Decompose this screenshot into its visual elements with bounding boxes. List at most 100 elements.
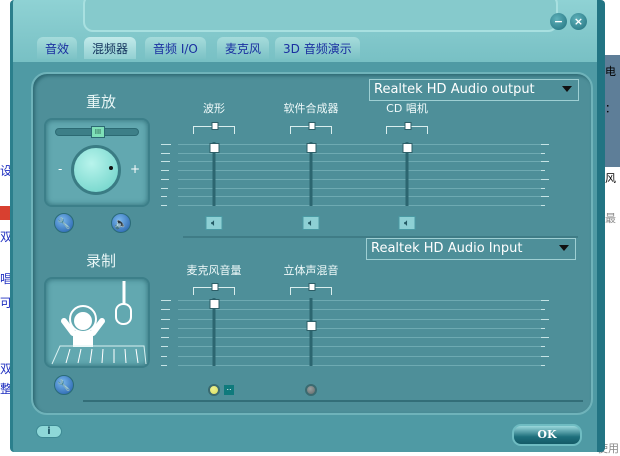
tick-mark xyxy=(161,300,171,301)
output-device-select[interactable]: Realtek HD Audio output xyxy=(369,79,579,101)
volume-slider[interactable] xyxy=(306,142,316,206)
audio-mixer-window: − × 音效 混频器 音频 I/O 麦克风 3D 音频演示 重放 III - +… xyxy=(10,0,605,452)
gridline xyxy=(178,337,543,339)
channel-label: 立体声混音 xyxy=(283,264,339,277)
balance-slider[interactable] xyxy=(193,283,235,295)
bg-text: 电 xyxy=(605,65,616,78)
tab-audio-io[interactable]: 音频 I/O xyxy=(145,37,206,59)
playback-title: 重放 xyxy=(86,93,117,111)
volume-slider[interactable] xyxy=(402,142,412,206)
recording-settings-button[interactable]: 🔧 xyxy=(54,375,74,395)
master-balance-slider[interactable]: III xyxy=(55,126,139,138)
gridline xyxy=(178,318,543,320)
balance-slider[interactable] xyxy=(386,122,428,134)
gridline xyxy=(178,346,543,348)
tick-mark xyxy=(541,337,549,339)
volume-thumb[interactable] xyxy=(306,321,316,332)
close-button[interactable]: × xyxy=(570,13,587,30)
volume-plus-label: + xyxy=(130,162,141,176)
tick-mark xyxy=(161,318,170,320)
gridline xyxy=(178,205,543,206)
volume-thumb[interactable] xyxy=(209,299,219,310)
recording-illustration xyxy=(44,277,150,368)
tick-mark xyxy=(161,205,167,206)
tab-3d-demo[interactable]: 3D 音频演示 xyxy=(275,37,360,59)
tick-mark xyxy=(541,355,549,357)
balance-thumb[interactable] xyxy=(211,283,219,291)
tick-mark xyxy=(161,346,168,348)
tick-mark xyxy=(541,170,545,172)
volume-thumb[interactable] xyxy=(209,143,219,154)
tick-mark xyxy=(161,161,170,163)
speaker-icon: 🔈 xyxy=(114,217,128,230)
record-select-indicator[interactable] xyxy=(208,384,220,396)
gridline xyxy=(178,144,543,145)
output-device-value: Realtek HD Audio output xyxy=(374,82,535,97)
gridline xyxy=(178,170,543,172)
tick-mark xyxy=(541,178,549,180)
bg-text: 风 xyxy=(605,172,616,185)
balance-slider[interactable] xyxy=(193,122,235,134)
gridline xyxy=(178,187,543,189)
wrench-icon: 🔧 xyxy=(57,379,71,392)
gridline xyxy=(178,355,543,357)
tick-mark xyxy=(161,178,169,180)
record-select-indicator[interactable] xyxy=(305,384,317,396)
tab-mixer[interactable]: 混频器 xyxy=(84,37,137,59)
speaker-icon: 🔈︎ xyxy=(211,218,217,229)
tick-mark xyxy=(541,152,545,154)
balance-thumb[interactable] xyxy=(308,122,316,130)
bg-red-bar xyxy=(0,206,10,220)
master-volume-knob[interactable] xyxy=(71,145,121,195)
bg-text: ： xyxy=(605,102,616,115)
speaker-icon: 🔈︎ xyxy=(404,218,410,229)
master-balance-thumb[interactable]: III xyxy=(91,126,105,138)
bg-text: 最 xyxy=(605,212,616,225)
gridline xyxy=(178,365,543,366)
mute-button[interactable]: 🔈︎ xyxy=(205,216,223,230)
bottom-divider xyxy=(83,400,583,402)
channel-label: 波形 xyxy=(203,102,225,115)
tick-mark xyxy=(541,365,545,366)
playback-settings-button[interactable]: 🔧 xyxy=(54,213,74,233)
wrench-icon: 🔧 xyxy=(57,217,71,230)
gridline xyxy=(178,309,543,311)
channel-label: CD 唱机 xyxy=(386,102,428,115)
mute-button[interactable]: 🔈︎ xyxy=(302,216,320,230)
tick-mark xyxy=(541,327,545,329)
balance-slider[interactable] xyxy=(290,122,332,134)
tick-mark xyxy=(161,327,170,329)
balance-thumb[interactable] xyxy=(404,122,412,130)
channel-label: 麦克风音量 xyxy=(186,264,242,277)
header-display xyxy=(83,0,558,32)
input-device-select[interactable]: Realtek HD Audio Input xyxy=(366,238,576,260)
input-device-value: Realtek HD Audio Input xyxy=(371,241,523,256)
info-icon: i xyxy=(47,426,51,437)
volume-thumb[interactable] xyxy=(306,143,316,154)
tick-mark xyxy=(161,187,168,189)
volume-slider[interactable] xyxy=(209,142,219,206)
info-button[interactable]: i xyxy=(36,425,62,438)
balance-thumb[interactable] xyxy=(308,283,316,291)
tab-effects[interactable]: 音效 xyxy=(37,37,78,59)
advanced-button[interactable]: .. xyxy=(224,384,234,395)
tick-mark xyxy=(161,365,167,366)
balance-thumb[interactable] xyxy=(211,122,219,130)
tick-mark xyxy=(541,318,549,320)
tick-mark xyxy=(541,144,549,145)
tab-microphone[interactable]: 麦克风 xyxy=(217,37,270,59)
balance-slider[interactable] xyxy=(290,283,332,295)
volume-slider[interactable] xyxy=(306,298,316,366)
gridline xyxy=(178,196,543,198)
gridline xyxy=(178,327,543,329)
tick-mark xyxy=(541,205,545,206)
master-mute-button[interactable]: 🔈 xyxy=(111,213,131,233)
recording-studio-icon xyxy=(51,281,147,365)
gridline xyxy=(178,300,543,301)
ok-button[interactable]: OK xyxy=(512,424,582,446)
mute-button[interactable]: 🔈︎ xyxy=(398,216,416,230)
tick-mark xyxy=(161,170,170,172)
volume-thumb[interactable] xyxy=(402,143,412,154)
volume-slider[interactable] xyxy=(209,298,219,366)
minimize-button[interactable]: − xyxy=(550,13,567,30)
